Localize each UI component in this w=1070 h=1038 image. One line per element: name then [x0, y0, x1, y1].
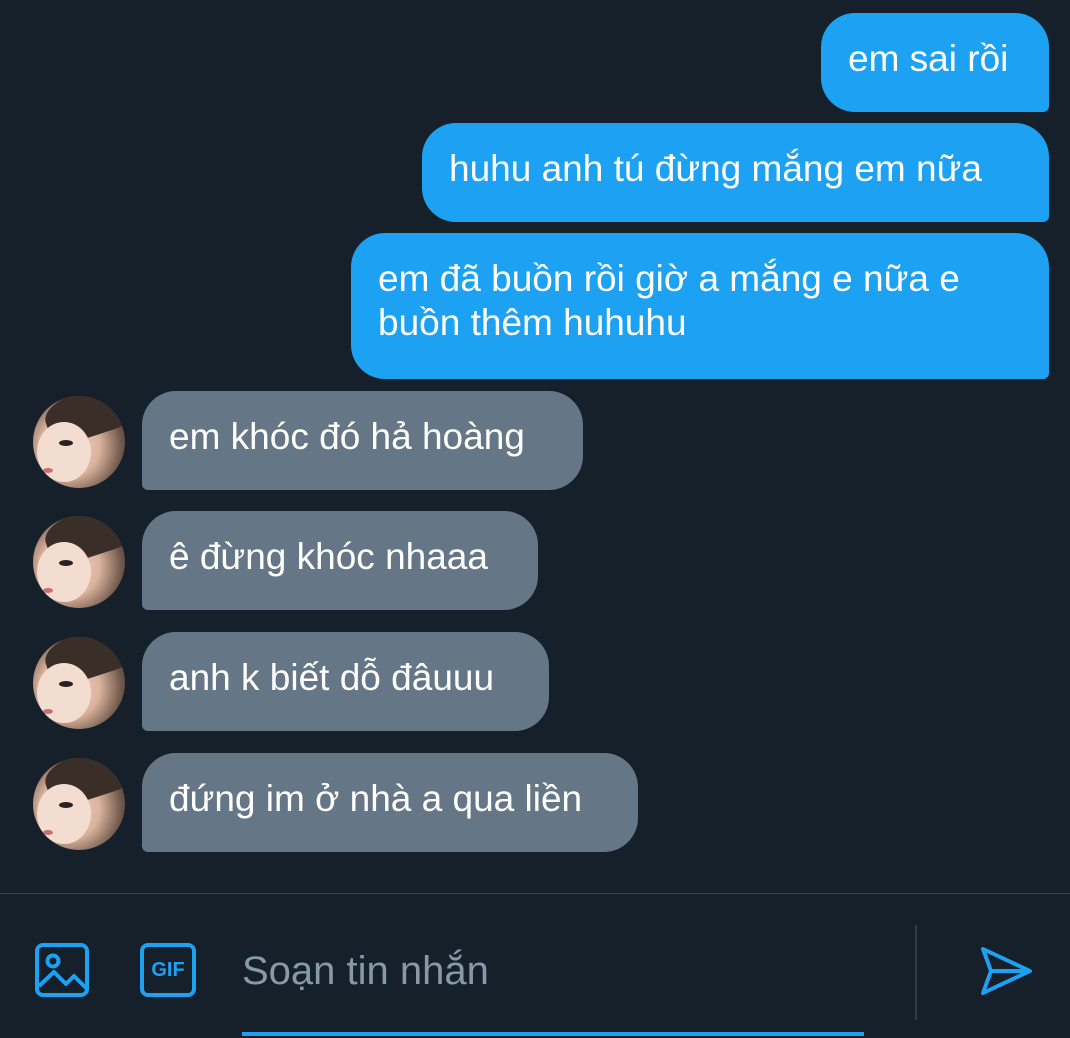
gif-label: GIF — [151, 959, 185, 981]
message-text: em sai rồi — [848, 38, 1009, 79]
message-text-line: buồn thêm huhuhu — [378, 302, 687, 343]
message-text: ê đừng khóc nhaaa — [169, 536, 488, 577]
sent-message[interactable]: huhu anh tú đừng mắng em nữa — [422, 123, 1049, 222]
received-message[interactable]: ê đừng khóc nhaaa — [142, 511, 538, 610]
dm-conversation-screen: em sai rồi huhu anh tú đừng mắng em nữa … — [0, 0, 1070, 1038]
message-text-line: em đã buồn rồi giờ a mắng e nữa e — [378, 258, 960, 299]
avatar[interactable] — [33, 637, 125, 729]
avatar[interactable] — [33, 758, 125, 850]
input-underline — [242, 1032, 864, 1036]
image-icon — [35, 943, 89, 997]
received-message[interactable]: đứng im ở nhà a qua liền — [142, 753, 638, 852]
composer-divider — [0, 893, 1070, 894]
sent-message[interactable]: em sai rồi — [821, 13, 1049, 112]
message-text: đứng im ở nhà a qua liền — [169, 778, 583, 819]
composer-separator — [915, 925, 917, 1020]
message-input[interactable] — [242, 940, 864, 1002]
message-text: huhu anh tú đừng mắng em nữa — [449, 148, 982, 189]
avatar[interactable] — [33, 396, 125, 488]
message-text: em khóc đó hả hoàng — [169, 416, 525, 457]
add-gif-button[interactable]: GIF — [139, 942, 197, 998]
sent-message[interactable]: em đã buồn rồi giờ a mắng e nữa e buồn t… — [351, 233, 1049, 379]
message-text: anh k biết dỗ đâuuu — [169, 657, 495, 698]
send-icon — [981, 947, 1032, 995]
received-message[interactable]: em khóc đó hả hoàng — [142, 391, 583, 490]
received-message[interactable]: anh k biết dỗ đâuuu — [142, 632, 549, 731]
send-button[interactable] — [978, 943, 1034, 999]
add-image-button[interactable] — [34, 942, 90, 998]
avatar[interactable] — [33, 516, 125, 608]
